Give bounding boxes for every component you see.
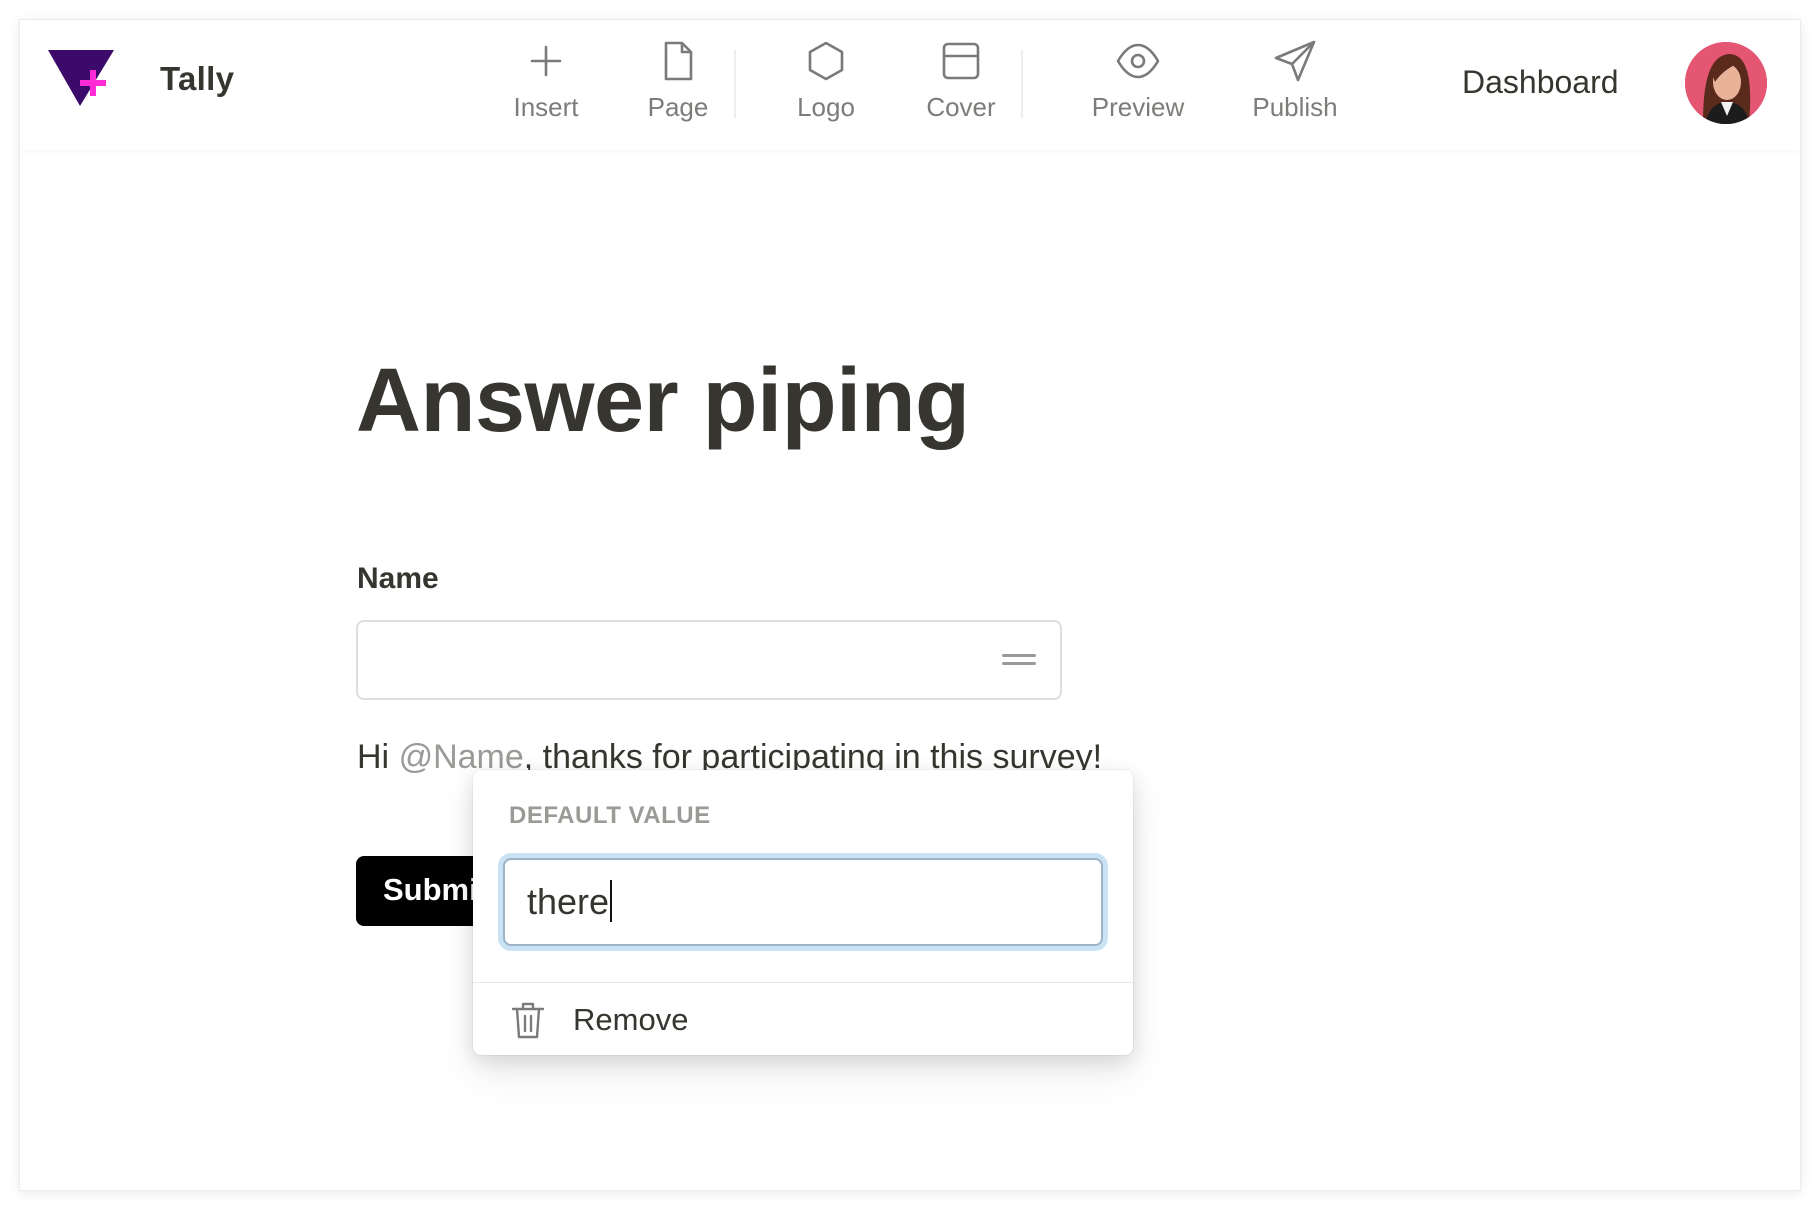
page-label: Page xyxy=(647,92,709,122)
dashboard-link[interactable]: Dashboard xyxy=(1462,64,1619,101)
popover-divider xyxy=(473,982,1133,983)
insert-label: Insert xyxy=(513,92,579,122)
cover-icon xyxy=(942,42,980,80)
app-window: Tally Insert Page Logo Cover Preview Pub… xyxy=(20,20,1800,1190)
toolbar-divider xyxy=(734,50,736,118)
greeting-prefix: Hi xyxy=(357,738,399,776)
cover-label: Cover xyxy=(926,92,996,122)
cover-button[interactable]: Cover xyxy=(904,38,1018,138)
preview-button[interactable]: Preview xyxy=(1068,38,1208,138)
avatar-image xyxy=(1685,42,1767,124)
default-value-text: there xyxy=(527,881,610,922)
publish-button[interactable]: Publish xyxy=(1235,38,1355,138)
preview-label: Preview xyxy=(1091,92,1185,122)
publish-label: Publish xyxy=(1252,92,1338,122)
form-title[interactable]: Answer piping xyxy=(356,350,970,453)
hexagon-icon xyxy=(808,41,844,81)
send-icon xyxy=(1274,40,1316,82)
insert-button[interactable]: Insert xyxy=(490,38,602,138)
page-icon xyxy=(664,41,693,81)
top-bar: Tally Insert Page Logo Cover Preview Pub… xyxy=(20,20,1800,150)
app-name: Tally xyxy=(160,60,235,97)
tally-logo-icon[interactable] xyxy=(46,48,118,112)
default-value-input[interactable]: there xyxy=(503,858,1103,946)
name-input[interactable] xyxy=(356,620,1062,700)
drag-handle-icon[interactable] xyxy=(1002,654,1036,668)
eye-icon xyxy=(1116,43,1160,79)
remove-button[interactable]: Remove xyxy=(503,992,1103,1048)
text-caret xyxy=(610,880,613,922)
logo-label: Logo xyxy=(797,92,855,122)
mention-popover: DEFAULT VALUE there Remove xyxy=(473,770,1133,1055)
user-avatar[interactable] xyxy=(1685,42,1767,124)
plus-icon xyxy=(530,45,562,77)
remove-label: Remove xyxy=(573,1002,689,1037)
default-value-heading: DEFAULT VALUE xyxy=(509,802,711,829)
logo-button[interactable]: Logo xyxy=(776,38,876,138)
trash-icon xyxy=(511,1002,545,1039)
page-button[interactable]: Page xyxy=(628,38,728,138)
toolbar-divider xyxy=(1021,50,1023,118)
name-field-label: Name xyxy=(357,562,439,595)
